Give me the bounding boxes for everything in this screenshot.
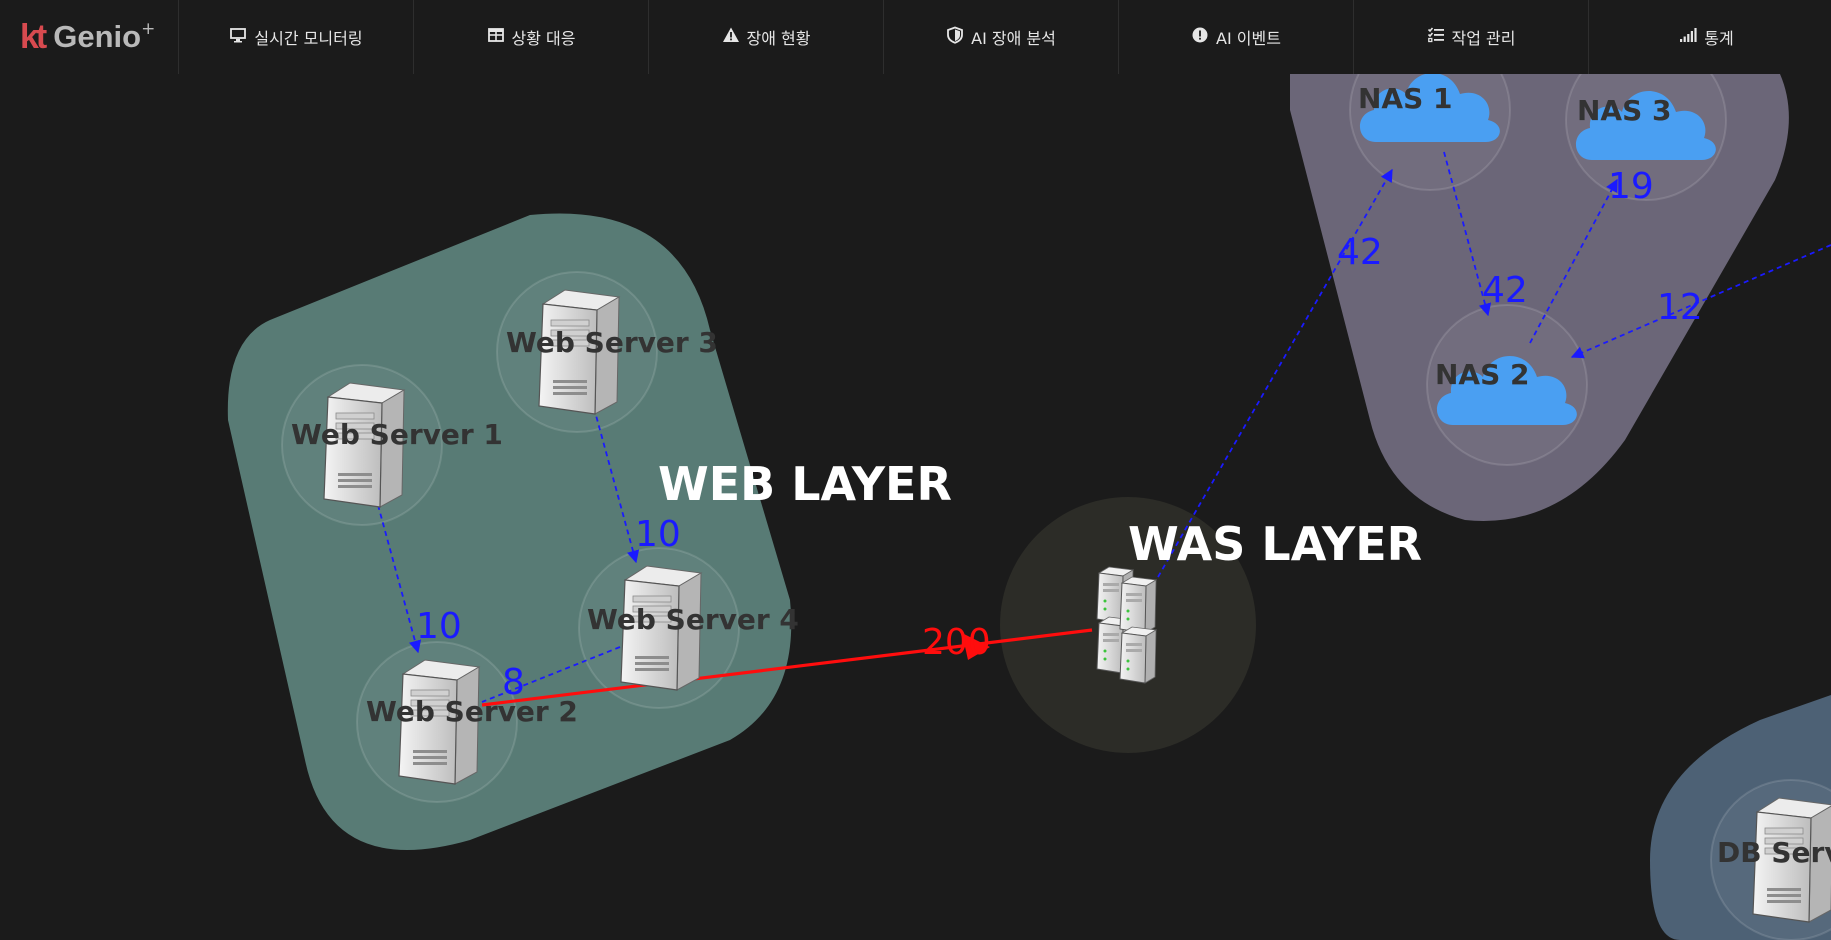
logo-genio: Genio bbox=[53, 19, 142, 54]
nav-failure-status[interactable]: 장애 현황 bbox=[649, 0, 884, 74]
shield-icon bbox=[946, 26, 964, 48]
checklist-icon bbox=[1427, 26, 1445, 48]
edge-label-ws1-ws2: 10 bbox=[416, 606, 462, 647]
label-web-server-4: Web Server 4 bbox=[587, 603, 799, 636]
edge-label-ws2-was: 200 bbox=[922, 622, 991, 663]
top-navigation-bar: kt Genio + 실시간 모니터링 상황 대응 장애 현황 AI 장애 분석… bbox=[0, 0, 1831, 74]
nav-label: 상황 대응 bbox=[511, 29, 576, 48]
nav-label: 작업 관리 bbox=[1451, 29, 1516, 48]
logo-plus: + bbox=[141, 19, 156, 39]
edge-label-was-nas1: 42 bbox=[1337, 232, 1383, 273]
nav-label: 장애 현황 bbox=[746, 29, 811, 48]
nav-ai-event[interactable]: AI 이벤트 bbox=[1119, 0, 1354, 74]
label-nas-3: NAS 3 bbox=[1577, 94, 1672, 127]
was-layer-label: WAS LAYER bbox=[1128, 517, 1422, 571]
label-nas-2: NAS 2 bbox=[1435, 358, 1530, 391]
edge-label-nas1-nas2: 42 bbox=[1482, 270, 1528, 311]
label-web-server-2: Web Server 2 bbox=[366, 695, 578, 728]
edge-label-ws3-ws4: 10 bbox=[635, 514, 681, 555]
nav-ai-failure-analysis[interactable]: AI 장애 분석 bbox=[884, 0, 1119, 74]
warning-icon bbox=[722, 26, 740, 48]
nav-task-management[interactable]: 작업 관리 bbox=[1354, 0, 1589, 74]
label-web-server-3: Web Server 3 bbox=[506, 326, 718, 359]
node-was-cluster[interactable] bbox=[1096, 566, 1157, 684]
alert-circle-icon bbox=[1191, 26, 1209, 48]
nav-realtime-monitoring[interactable]: 실시간 모니터링 bbox=[179, 0, 414, 74]
logo-kt: kt bbox=[20, 17, 47, 56]
nav-situation-response[interactable]: 상황 대응 bbox=[414, 0, 649, 74]
edge-label-nas2-nas3: 19 bbox=[1608, 166, 1654, 207]
nav-label: AI 이벤트 bbox=[1216, 29, 1281, 48]
label-db-server: DB Serv bbox=[1717, 836, 1831, 869]
label-nas-1: NAS 1 bbox=[1358, 82, 1453, 115]
kt-genio-logo[interactable]: kt Genio + bbox=[0, 0, 179, 74]
nav-statistics[interactable]: 통계 bbox=[1589, 0, 1824, 74]
topology-graph[interactable]: 10 10 8 200 42 42 19 12 Web Server 1 Web… bbox=[0, 0, 1831, 940]
grid-icon bbox=[487, 26, 505, 48]
web-layer-label: WEB LAYER bbox=[658, 457, 952, 511]
server-cluster-icon bbox=[1096, 566, 1157, 684]
signal-bars-icon bbox=[1679, 26, 1697, 48]
edge-label-ext-nas2: 12 bbox=[1657, 287, 1703, 328]
nav-label: AI 장애 분석 bbox=[971, 29, 1056, 48]
nav-label: 실시간 모니터링 bbox=[254, 29, 363, 48]
nav-label: 통계 bbox=[1704, 29, 1734, 48]
label-web-server-1: Web Server 1 bbox=[291, 418, 503, 451]
monitor-icon bbox=[229, 26, 247, 48]
